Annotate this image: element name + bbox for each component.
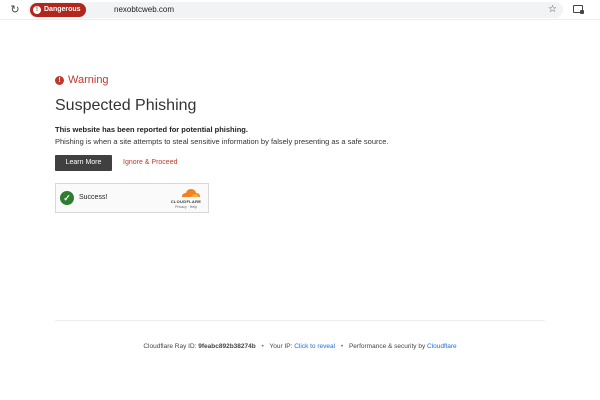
warning-content: ! Warning Suspected Phishing This websit… [55,73,545,171]
turnstile-status: Success! [79,194,108,201]
action-row: Learn More Ignore & Proceed [55,155,545,171]
ip-label: Your IP: [269,343,293,350]
footer-separator: • [261,343,264,350]
turnstile-links: Privacy · Help [166,205,206,209]
cloudflare-wordmark: CLOUDFLARE [170,199,202,204]
check-icon: ✓ [60,191,74,205]
security-status-label: Dangerous [44,6,81,13]
footer-divider [55,320,545,321]
privacy-link[interactable]: Privacy [175,205,186,209]
report-text: This website has been reported for poten… [55,125,248,134]
ignore-and-proceed-link[interactable]: Ignore & Proceed [123,155,177,171]
warning-icon: ! [55,75,64,85]
reveal-ip-link[interactable]: Click to reveal [294,343,335,350]
url-text[interactable]: nexobtcweb.com [114,4,174,16]
page-title: Suspected Phishing [55,97,197,114]
reload-icon[interactable]: ↻ [9,4,21,16]
turnstile-widget[interactable]: ✓ Success! CLOUDFLARE Privacy · Help [55,183,209,213]
footer-separator: • [340,343,344,350]
cast-icon[interactable] [573,5,584,14]
security-status-chip[interactable]: ! Dangerous [30,3,86,17]
warning-label: Warning [68,74,109,86]
browser-toolbar: ↻ ! Dangerous nexobtcweb.com ☆ [0,0,600,20]
danger-icon: ! [33,6,41,14]
cloudflare-cloud-icon [182,189,200,197]
address-bar[interactable]: ! Dangerous nexobtcweb.com ☆ [28,2,563,18]
description-text: Phishing is when a site attempts to stea… [55,137,389,146]
ray-id-label: Cloudflare Ray ID: [143,343,197,350]
performance-label: Performance & security by [348,343,426,350]
terms-link[interactable]: Help [190,205,197,209]
cloudflare-link[interactable]: Cloudflare [427,343,457,350]
bookmark-star-icon[interactable]: ☆ [548,3,557,17]
learn-more-button[interactable]: Learn More [55,155,112,171]
ray-id-value: 9feabc892b38274b [198,343,256,350]
warning-heading: ! Warning [55,73,545,87]
footer: Cloudflare Ray ID: 9feabc892b38274b • Yo… [0,342,600,351]
cloudflare-logo: CLOUDFLARE Privacy · Help [166,188,206,210]
